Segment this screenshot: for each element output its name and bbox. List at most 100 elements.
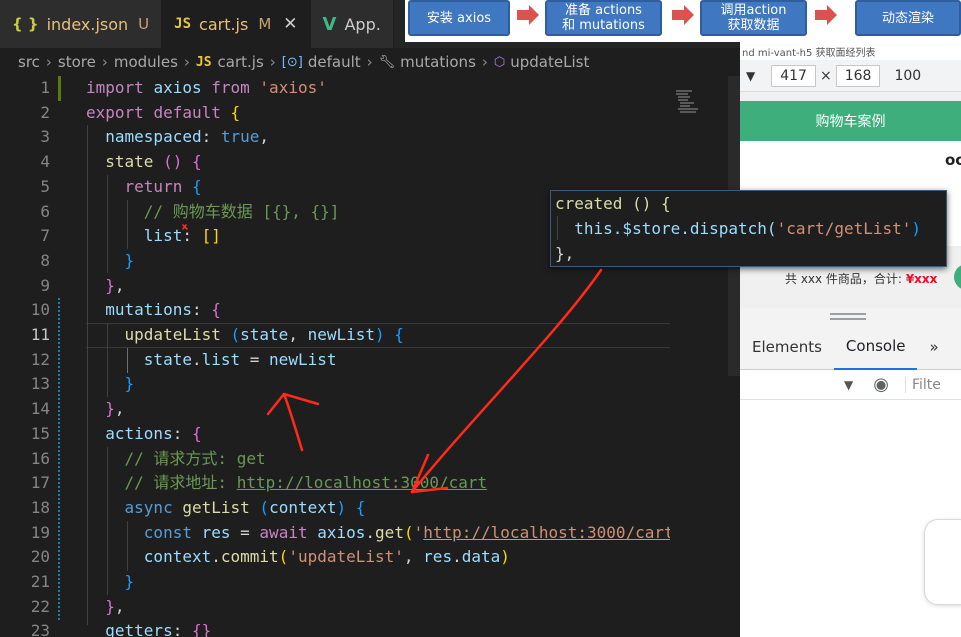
line-number: 17 xyxy=(30,473,50,493)
handle-line xyxy=(830,318,866,320)
line-number: 14 xyxy=(30,399,50,419)
minimap-line xyxy=(676,90,692,92)
code-line: // 请求方式: get xyxy=(124,448,266,468)
line-number: 12 xyxy=(30,349,50,369)
minimap-line xyxy=(680,111,696,113)
line-number-gutter: 1 2 3 4 5 6 7 8 9 10 11 12 13 14 15 16 17 18 19 20 21 22 23 xyxy=(0,76,58,637)
flow-step: 安装 axios xyxy=(408,0,510,36)
handle-line xyxy=(830,313,866,315)
line-number: 23 xyxy=(30,621,50,637)
line-number: 13 xyxy=(30,374,50,394)
line-number: 8 xyxy=(40,250,50,270)
close-icon[interactable]: ✕ xyxy=(283,14,297,34)
line-number: 18 xyxy=(30,497,50,517)
chevron-down-icon[interactable]: ▼ xyxy=(844,378,853,392)
tab-console[interactable]: Console xyxy=(833,324,918,370)
arrow-right-icon xyxy=(815,5,837,25)
breadcrumb-item[interactable]: updateList xyxy=(510,53,589,71)
filter-input[interactable]: Filte xyxy=(904,376,941,393)
tab-label: index.json xyxy=(46,14,129,34)
flow-step: 准备 actions 和 mutations xyxy=(545,0,662,36)
code-line: namespaced: true, xyxy=(105,127,270,147)
code-line: mutations: { xyxy=(105,300,221,320)
breadcrumb-item[interactable]: modules xyxy=(114,53,178,71)
flow-steps-banner: 安装 axios 准备 actions 和 mutations 调用action… xyxy=(405,0,961,42)
code-line: state.list = newList xyxy=(143,349,337,369)
floating-widget[interactable] xyxy=(924,519,961,605)
breadcrumb-item[interactable]: store xyxy=(58,53,96,71)
vue-file-icon: V xyxy=(322,13,337,35)
breadcrumb-item[interactable]: cart.js xyxy=(218,53,264,71)
js-file-icon: JS xyxy=(195,54,212,70)
breadcrumb-item[interactable]: mutations xyxy=(400,53,476,71)
device-toolbar: ▼ 417 × 168 100 xyxy=(740,60,961,92)
created-hook-snippet: created () { this.$store.dispatch('cart/… xyxy=(550,190,947,267)
snippet-dispatch: this.$store.dispatch( xyxy=(555,219,777,238)
total-price: ¥xxx xyxy=(905,272,938,286)
code-line: // 购物车数据 [{}, {}] xyxy=(143,201,340,221)
code-line: import axios from 'axios' xyxy=(86,78,327,97)
minimap-line xyxy=(676,93,688,95)
breadcrumb: src › store › modules › JS cart.js › [⊙]… xyxy=(0,48,740,76)
code-line: }, xyxy=(105,399,125,419)
snippet-line: created () { xyxy=(555,191,671,216)
line-number: 2 xyxy=(40,102,50,122)
code-line: updateList (state, newList) { xyxy=(124,325,404,344)
line-number: 22 xyxy=(30,596,50,616)
width-input[interactable]: 417 xyxy=(771,64,816,87)
code-line: } xyxy=(124,374,135,394)
code-line: getters: {} xyxy=(105,621,212,637)
times-label: × xyxy=(819,67,832,84)
more-tabs-icon[interactable]: » xyxy=(917,324,950,370)
json-file-icon: { } xyxy=(12,15,39,33)
line-number: 6 xyxy=(40,201,50,221)
eye-icon[interactable]: ◉ xyxy=(873,374,889,395)
preview-page-title: 购物车案例 xyxy=(740,101,961,141)
tab-label: cart.js xyxy=(199,14,249,34)
snippet-created: created () { xyxy=(555,194,671,213)
flow-step: 调用action 获取数据 xyxy=(700,0,807,36)
line-number: 1 xyxy=(40,78,50,97)
minimap-line xyxy=(678,96,690,98)
total-label: 共 xxx 件商品，合计: xyxy=(785,272,902,286)
code-line: actions: { xyxy=(105,423,202,443)
minimap-line xyxy=(678,99,688,101)
cart-total: 共 xxx 件商品，合计: ¥xxx xyxy=(785,270,937,287)
height-input[interactable]: 168 xyxy=(835,64,881,87)
tab-cart-js[interactable]: JS cart.js M ✕ xyxy=(162,0,311,48)
arrow-right-icon xyxy=(517,5,539,25)
preview-product-text: oc xyxy=(945,151,961,169)
code-editor[interactable]: import axios from 'axios' export default… xyxy=(58,76,670,637)
code-line: return { xyxy=(124,176,202,196)
breadcrumb-item[interactable]: default xyxy=(308,53,361,71)
modified-badge: M xyxy=(258,15,272,33)
tab-label: App. xyxy=(344,14,381,34)
snippet-action-name: 'cart/getList' xyxy=(776,219,912,238)
minimap-line xyxy=(680,102,694,104)
line-number: 16 xyxy=(30,448,50,468)
bookmarks-bar: nd mi-vant-h5 获取面经列表 xyxy=(740,42,961,60)
arrow-right-icon xyxy=(672,5,694,25)
snippet-close-paren: ) xyxy=(911,219,922,238)
symbol-module-icon: [⊙] xyxy=(281,54,303,70)
minimap-line xyxy=(678,108,698,110)
bookmarks-text[interactable]: nd mi-vant-h5 获取面经列表 xyxy=(742,44,876,59)
line-number: 3 xyxy=(40,127,50,147)
tab-index-json[interactable]: { } index.json U xyxy=(0,0,163,48)
code-line: } xyxy=(124,572,135,591)
line-number: 15 xyxy=(30,423,50,443)
line-number: 4 xyxy=(40,152,50,172)
code-line: // 请求地址: http://localhost:3000/cart xyxy=(124,473,488,493)
wrench-icon: 🔧︎ xyxy=(378,54,396,70)
untracked-badge: U xyxy=(138,15,150,33)
line-number: 20 xyxy=(30,547,50,567)
code-line: } xyxy=(124,250,135,270)
zoom-select[interactable]: 100 xyxy=(894,68,921,84)
js-file-icon: JS xyxy=(174,16,192,32)
drag-handle[interactable] xyxy=(740,308,961,324)
chevron-down-icon[interactable]: ▼ xyxy=(746,69,755,83)
breadcrumb-item[interactable]: src xyxy=(18,53,40,71)
chevron-right-icon: › xyxy=(481,53,488,71)
tab-elements[interactable]: Elements xyxy=(740,324,834,370)
tab-app-vue[interactable]: V App. xyxy=(310,0,394,48)
